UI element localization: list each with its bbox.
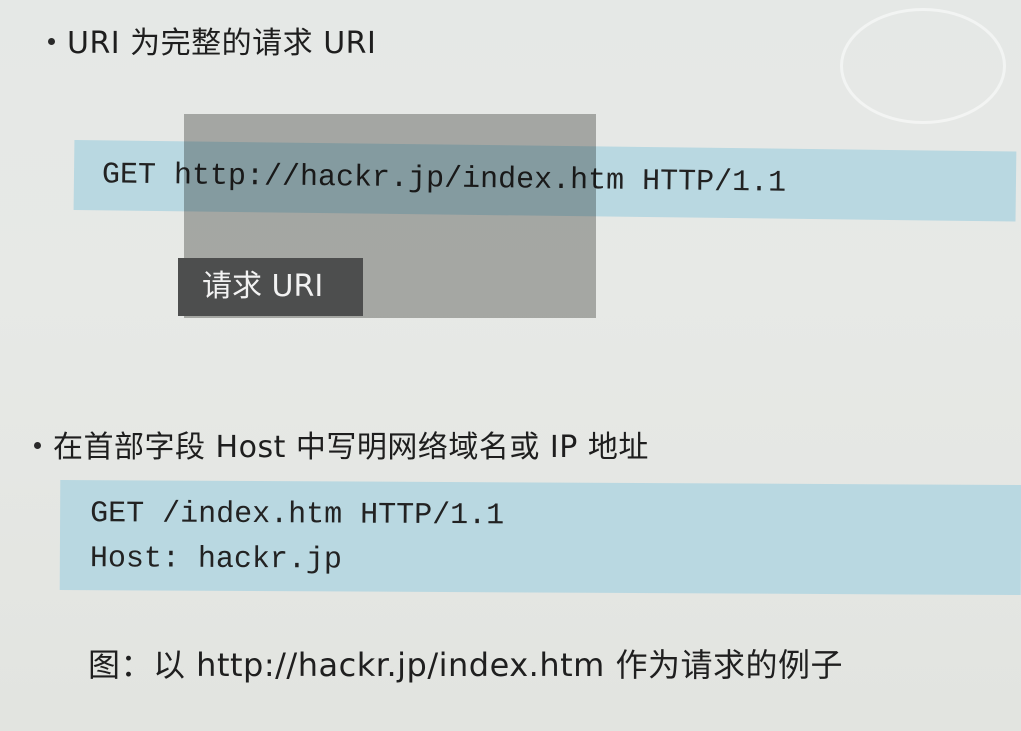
request-uri-label-text: 请求 URI xyxy=(202,269,324,304)
code-line: Host: hackr.jp xyxy=(89,542,343,578)
bullet-icon xyxy=(34,442,41,449)
section-heading-2: 在首部字段 Host 中写明网络域名或 IP 地址 xyxy=(34,422,649,466)
section-heading-1: URI 为完整的请求 URI xyxy=(48,18,376,62)
code-line: GET /index.htm HTTP/1.1 xyxy=(90,497,505,534)
host-header-request: GET /index.htm HTTP/1.1 Host: hackr.jp xyxy=(59,480,1021,596)
request-uri-label: 请求 URI xyxy=(178,258,363,316)
document-page: URI 为完整的请求 URI GET http://hackr.jp/index… xyxy=(0,0,1021,731)
figure-caption: 图：以 http://hackr.jp/index.htm 作为请求的例子 xyxy=(88,646,843,684)
section-heading-text: 在首部字段 Host 中写明网络域名或 IP 地址 xyxy=(53,430,649,465)
background-decoration xyxy=(840,8,1006,124)
section-heading-text: URI 为完整的请求 URI xyxy=(67,26,377,61)
bullet-icon xyxy=(48,38,55,45)
